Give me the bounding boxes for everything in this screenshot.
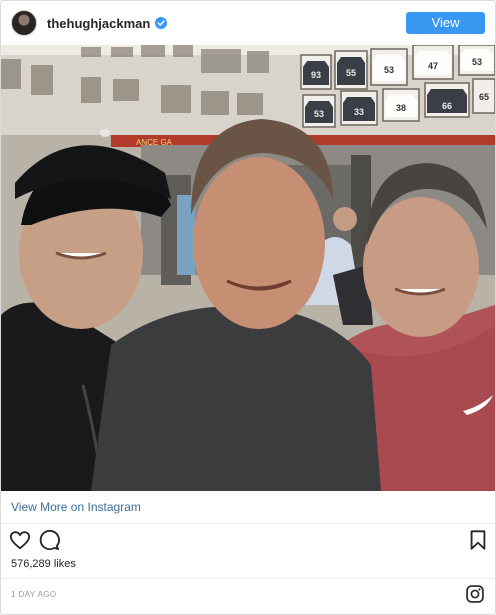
jersey-number: 93	[311, 70, 321, 80]
divider	[1, 578, 495, 579]
post-photo[interactable]: 93 55 53 47 53 53 33 66 38 65 ANCE GA	[1, 45, 495, 491]
like-count[interactable]: 576,289 likes	[11, 558, 76, 570]
jersey-number: 53	[314, 109, 324, 119]
heart-icon[interactable]	[9, 529, 31, 551]
post-timestamp: 1 DAY AGO	[11, 590, 57, 599]
comment-icon[interactable]	[38, 529, 60, 551]
verified-badge-icon	[155, 17, 168, 29]
jersey-number: 55	[346, 68, 356, 78]
jersey-number: 38	[396, 103, 406, 113]
bookmark-icon[interactable]	[467, 529, 489, 551]
jersey-number: 65	[479, 92, 489, 102]
post-header: thehughjackman View Profile	[1, 1, 495, 52]
view-more-link[interactable]: View More on Instagram	[11, 500, 141, 514]
jersey-number: 33	[354, 107, 364, 117]
action-bar	[1, 529, 495, 555]
jersey-number: 47	[428, 61, 438, 71]
instagram-embed-card: thehughjackman View Profile	[0, 0, 496, 615]
jersey-number: 53	[472, 57, 482, 67]
divider	[1, 523, 495, 524]
instagram-icon[interactable]	[465, 584, 485, 604]
view-profile-button[interactable]: View Profile	[406, 12, 485, 52]
username-label[interactable]: thehughjackman	[47, 16, 150, 31]
jersey-number: 66	[442, 101, 452, 111]
jersey-number: 53	[384, 65, 394, 75]
profile-avatar[interactable]	[11, 10, 37, 36]
